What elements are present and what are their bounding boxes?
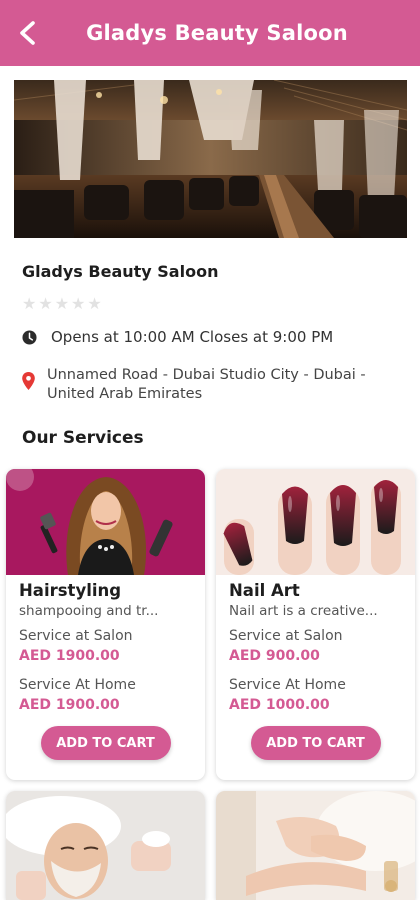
service-card-facial[interactable]: [6, 791, 205, 900]
back-button[interactable]: [14, 19, 40, 47]
address[interactable]: Unnamed Road - Dubai Studio City - Dubai…: [22, 366, 377, 404]
section-title-services: Our Services: [22, 428, 144, 448]
opening-hours: Opens at 10:00 AM Closes at 9:00 PM: [22, 328, 333, 346]
service-card-hairstyling[interactable]: Hairstyling shampooing and tr... Service…: [6, 469, 205, 780]
service-description: Nail art is a creative...: [229, 603, 378, 619]
home-price: AED 1000.00: [229, 697, 330, 713]
salon-hero-image: [14, 80, 407, 238]
home-service-label: Service At Home: [229, 677, 346, 693]
app-bar: Gladys Beauty Saloon: [0, 0, 420, 66]
home-price: AED 1900.00: [19, 697, 120, 713]
add-to-cart-button[interactable]: ADD TO CART: [40, 726, 171, 760]
salon-name: Gladys Beauty Saloon: [22, 262, 219, 281]
star-icon: ★: [38, 294, 53, 313]
salon-price: AED 1900.00: [19, 648, 120, 664]
service-name: Hairstyling: [19, 581, 122, 600]
clock-icon: [22, 329, 37, 345]
location-pin-icon: [22, 372, 35, 390]
star-icon: ★: [71, 294, 86, 313]
service-card-nail-art[interactable]: Nail Art Nail art is a creative... Servi…: [216, 469, 415, 780]
star-icon: ★: [22, 294, 37, 313]
salon-service-label: Service at Salon: [229, 628, 343, 644]
address-text: Unnamed Road - Dubai Studio City - Dubai…: [47, 367, 366, 402]
service-description: shampooing and tr...: [19, 603, 159, 619]
salon-service-label: Service at Salon: [19, 628, 133, 644]
facial-image: [6, 791, 205, 900]
hairstyling-image: [6, 469, 205, 575]
hours-text: Opens at 10:00 AM Closes at 9:00 PM: [51, 328, 334, 346]
rating-stars: ★ ★ ★ ★ ★: [22, 296, 102, 312]
service-name: Nail Art: [229, 581, 300, 600]
home-service-label: Service At Home: [19, 677, 136, 693]
nail-art-image: [216, 469, 415, 575]
star-icon: ★: [54, 294, 70, 313]
page-title: Gladys Beauty Saloon: [86, 21, 348, 45]
salon-price: AED 900.00: [229, 648, 320, 664]
massage-image: [216, 791, 415, 900]
service-card-massage[interactable]: [216, 791, 415, 900]
star-icon: ★: [87, 294, 102, 313]
arrow-left-icon: [20, 21, 35, 45]
add-to-cart-button[interactable]: ADD TO CART: [250, 726, 381, 760]
